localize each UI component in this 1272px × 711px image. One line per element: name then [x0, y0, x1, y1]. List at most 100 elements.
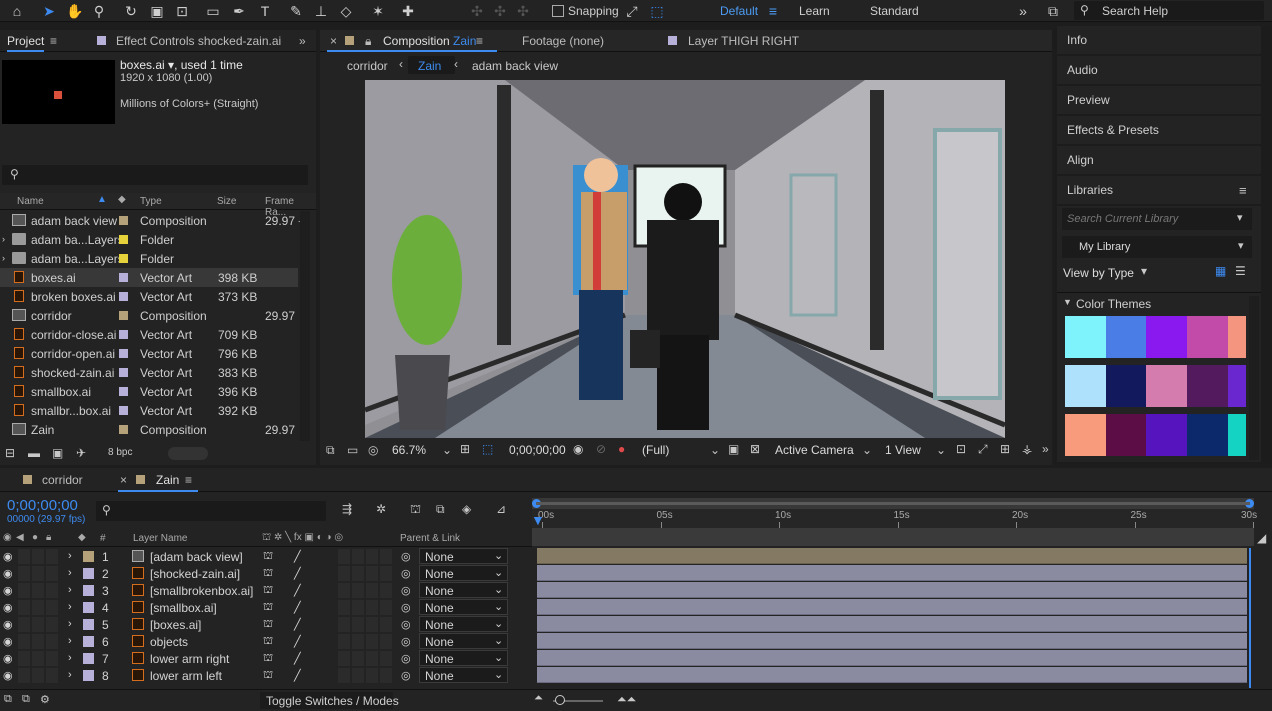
switch-cell[interactable] [352, 668, 364, 683]
label-swatch[interactable] [83, 602, 94, 613]
project-item-row[interactable]: Zain Composition 29.97 [0, 420, 298, 439]
switch-cell[interactable] [46, 566, 58, 581]
chevron-down-icon[interactable]: ⌄ [710, 443, 720, 457]
shy-switch-icon[interactable]: ⛫ [263, 567, 273, 581]
switch-cell[interactable] [380, 634, 392, 649]
project-item-row[interactable]: smallbox.ai Vector Art 396 KB [0, 382, 298, 401]
eye-icon[interactable]: ◉ [3, 669, 13, 682]
switch-cell[interactable] [46, 583, 58, 598]
camera-select[interactable]: Active Camera [775, 443, 854, 457]
label-swatch[interactable] [83, 551, 94, 562]
pen-tool-icon[interactable]: ✒ [230, 2, 248, 20]
chevron-down-icon[interactable]: ▾ [1237, 211, 1243, 224]
switch-cell[interactable] [366, 566, 378, 581]
label-swatch[interactable] [83, 653, 94, 664]
label-swatch[interactable] [119, 235, 128, 244]
type-tool-icon[interactable]: T [256, 2, 274, 20]
axis-world-icon[interactable]: ✣ [491, 2, 509, 20]
pick-whip-icon[interactable]: ◎ [401, 550, 411, 563]
shy-switch-icon[interactable]: ⛫ [263, 635, 273, 649]
selection-tool-icon[interactable]: ➤ [40, 2, 58, 20]
monitor-icon[interactable]: ▭ [347, 443, 358, 457]
switch-cell[interactable] [380, 668, 392, 683]
panel-menu-icon[interactable]: ≡ [185, 473, 192, 487]
graph-editor-icon[interactable]: ⊿ [496, 502, 506, 516]
axis-local-icon[interactable]: ✣ [468, 2, 486, 20]
breadcrumb-adam-back-view[interactable]: adam back view [472, 59, 558, 73]
tab-layer[interactable]: Layer THIGH RIGHT [688, 34, 799, 48]
quality-switch-icon[interactable]: ╱ [294, 618, 301, 631]
switch-cell[interactable] [366, 634, 378, 649]
sort-ascending-icon[interactable]: ▲ [97, 194, 107, 205]
search-library-input[interactable]: Search Current Library ▾ [1062, 208, 1252, 230]
parent-select[interactable]: None ⌄ [419, 616, 508, 632]
bit-depth-button[interactable]: 8 bpc [108, 447, 132, 458]
zoom-in-icon[interactable]: ⏶⏶ [617, 692, 636, 707]
chevron-right-icon[interactable]: › [68, 550, 72, 562]
puppet-pin-tool-icon[interactable]: ✚ [399, 2, 417, 20]
color-theme[interactable] [1065, 365, 1246, 407]
chevron-down-icon[interactable]: ▾ [1238, 239, 1244, 252]
chevron-right-icon[interactable]: › [68, 635, 72, 647]
playhead-icon[interactable]: ▼ [531, 512, 545, 528]
toggle-transparency-icon[interactable]: ⊠ [750, 442, 760, 456]
parent-select[interactable]: None ⌄ [419, 548, 508, 564]
project-item-row[interactable]: corridor-open.ai Vector Art 796 KB [0, 344, 298, 363]
switch-cell[interactable] [380, 651, 392, 666]
project-item-row[interactable]: boxes.ai Vector Art 398 KB [0, 268, 298, 287]
label-swatch[interactable] [119, 311, 128, 320]
pick-whip-icon[interactable]: ◎ [401, 652, 411, 665]
switch-cell[interactable] [32, 600, 44, 615]
audio-switch-icon[interactable]: ◀ [16, 532, 24, 543]
parent-select[interactable]: None ⌄ [419, 650, 508, 666]
switch-cell[interactable] [366, 617, 378, 632]
parent-select[interactable]: None ⌄ [419, 667, 508, 683]
chevron-right-icon[interactable]: › [68, 652, 72, 664]
draft-3d-icon[interactable]: ✲ [376, 502, 386, 516]
label-column-icon[interactable]: ◆ [118, 194, 126, 205]
toggle-switches-modes-button[interactable]: Toggle Switches / Modes [266, 694, 399, 708]
tab-effect-controls[interactable]: Effect Controls shocked-zain.ai [116, 34, 281, 48]
new-composition-icon[interactable]: ▣ [52, 446, 63, 460]
switch-cell[interactable] [18, 651, 30, 666]
shy-switch-icon[interactable]: ⛫ [263, 652, 273, 666]
layer-duration-bar[interactable] [537, 667, 1247, 683]
tab-composition[interactable]: Composition Zain [383, 34, 476, 48]
timeline-tab-corridor[interactable]: corridor [42, 473, 83, 487]
chevron-right-icon[interactable]: › [2, 234, 5, 244]
switch-cell[interactable] [18, 634, 30, 649]
comp-button-icon[interactable]: ◢ [1257, 531, 1266, 545]
switch-cell[interactable] [352, 583, 364, 598]
close-icon[interactable]: × [330, 34, 337, 48]
eye-icon[interactable]: ◉ [3, 652, 13, 665]
layer-row[interactable]: ◉ › 8 lower arm left ⛫ ╱ ◎ None ⌄ [0, 667, 532, 684]
frame-blending-icon[interactable]: ⧉ [436, 502, 445, 517]
switch-cell[interactable] [18, 566, 30, 581]
layer-row[interactable]: ◉ › 2 [shocked-zain.ai] ⛫ ╱ ◎ None ⌄ [0, 565, 532, 582]
chevron-down-icon[interactable]: ⌄ [862, 443, 872, 457]
workspace-default[interactable]: Default [720, 4, 758, 18]
project-item-row[interactable]: corridor-close.ai Vector Art 709 KB [0, 325, 298, 344]
label-swatch[interactable] [83, 585, 94, 596]
project-item-row[interactable]: broken boxes.ai Vector Art 373 KB [0, 287, 298, 306]
eye-icon[interactable]: ◉ [3, 635, 13, 648]
list-view-icon[interactable]: ☰ [1235, 264, 1246, 278]
time-ruler[interactable]: 00s 05s 10s 15s 20s 25s 30s [532, 509, 1257, 529]
quality-switch-icon[interactable]: ╱ [294, 635, 301, 648]
view-by-type-button[interactable]: View by Type [1063, 266, 1134, 280]
label-swatch[interactable] [83, 619, 94, 630]
project-item-row[interactable]: › adam ba...Layers Folder [0, 249, 298, 268]
quality-switch-icon[interactable]: ╱ [294, 584, 301, 597]
layer-row[interactable]: ◉ › 5 [boxes.ai] ⛫ ╱ ◎ None ⌄ [0, 616, 532, 633]
panel-menu-icon[interactable]: ≡ [1239, 183, 1247, 198]
switch-cell[interactable] [46, 634, 58, 649]
quality-switch-icon[interactable]: ╱ [294, 652, 301, 665]
brush-tool-icon[interactable]: ✎ [287, 2, 305, 20]
rectangle-tool-icon[interactable]: ▭ [204, 2, 222, 20]
flowchart-icon[interactable]: ⚶ [1022, 442, 1032, 456]
label-swatch[interactable] [119, 387, 128, 396]
snapping-checkbox[interactable] [552, 5, 564, 17]
layer-row[interactable]: ◉ › 7 lower arm right ⛫ ╱ ◎ None ⌄ [0, 650, 532, 667]
eye-icon[interactable]: ◉ [3, 584, 13, 597]
shy-layers-icon[interactable]: ⛫ [410, 502, 421, 518]
